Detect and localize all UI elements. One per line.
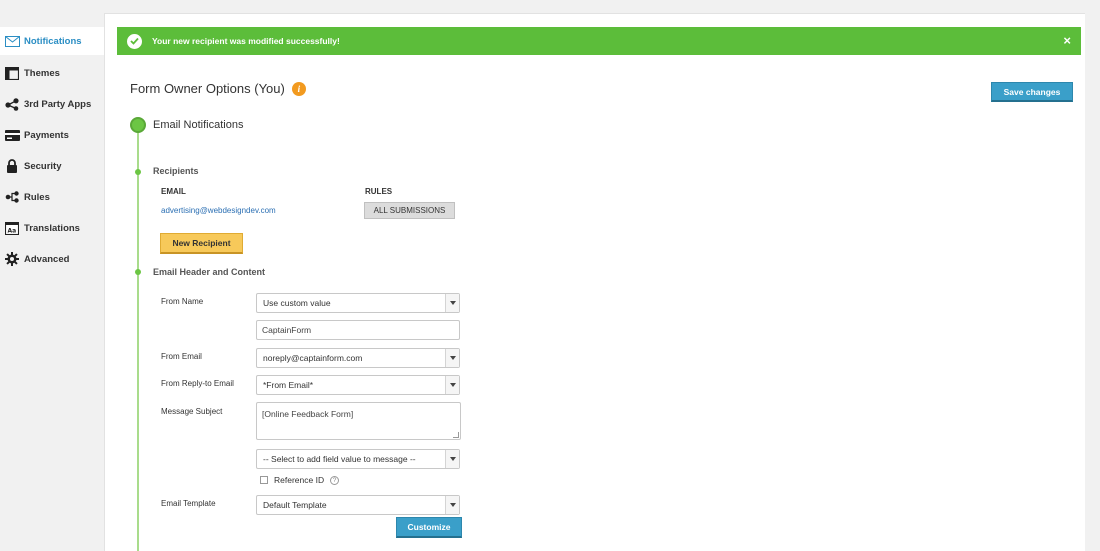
credit-card-icon — [4, 128, 20, 142]
rule-badge[interactable]: ALL SUBMISSIONS — [364, 202, 455, 219]
col-rules: RULES — [365, 187, 393, 196]
from-name-label: From Name — [161, 297, 204, 306]
from-email-label: From Email — [161, 352, 202, 361]
resize-handle[interactable] — [453, 432, 459, 438]
select-value: -- Select to add field value to message … — [263, 454, 416, 464]
timeline-line — [137, 132, 139, 551]
save-button[interactable]: Save changes — [991, 82, 1073, 102]
chevron-down-icon — [445, 376, 459, 394]
info-icon[interactable]: i — [291, 81, 306, 96]
subject-textarea[interactable]: [Online Feedback Form] — [256, 402, 461, 440]
sidebar-item-translations[interactable]: Aa Translations — [0, 214, 104, 242]
recipients-title: Recipients — [153, 166, 199, 176]
sidebar-item-label: Themes — [24, 67, 60, 79]
subject-label: Message Subject — [161, 407, 223, 416]
step-dot — [135, 269, 141, 275]
sidebar-item-security[interactable]: Security — [0, 152, 104, 180]
subject-value: [Online Feedback Form] — [262, 409, 354, 419]
sidebar-item-label: 3rd Party Apps — [24, 98, 92, 110]
chevron-down-icon — [445, 450, 459, 468]
sidebar-item-rules[interactable]: Rules — [0, 183, 104, 211]
alert-message: Your new recipient was modified successf… — [152, 36, 340, 46]
sidebar-item-payments[interactable]: Payments — [0, 121, 104, 149]
reference-id-row: Reference ID ? — [260, 475, 340, 485]
select-value: Default Template — [263, 500, 327, 510]
template-select[interactable]: Default Template — [256, 495, 460, 515]
template-label: Email Template — [161, 499, 216, 508]
main-panel: Your new recipient was modified successf… — [104, 13, 1085, 551]
section-title: Email Notifications — [153, 119, 244, 131]
step-dot — [135, 169, 141, 175]
field-value-select[interactable]: -- Select to add field value to message … — [256, 449, 460, 469]
sidebar: Notifications Themes 3rd Party Apps Paym… — [0, 0, 104, 551]
from-name-select[interactable]: Use custom value — [256, 293, 460, 313]
reply-to-select[interactable]: *From Email* — [256, 375, 460, 395]
reference-id-label: Reference ID — [274, 475, 325, 485]
sidebar-item-label: Security — [24, 160, 62, 172]
page-title: Form Owner Options (You) i — [130, 81, 306, 96]
check-icon — [127, 33, 142, 49]
select-value: noreply@captainform.com — [263, 353, 363, 363]
reference-id-checkbox[interactable] — [260, 476, 268, 484]
lock-icon — [4, 159, 20, 173]
select-value: Use custom value — [263, 298, 331, 308]
from-email-select[interactable]: noreply@captainform.com — [256, 348, 460, 368]
help-icon[interactable]: ? — [330, 475, 340, 485]
translate-icon: Aa — [4, 221, 20, 235]
close-icon[interactable]: × — [1063, 33, 1071, 48]
success-alert: Your new recipient was modified successf… — [117, 27, 1081, 55]
reply-to-label: From Reply-to Email — [161, 379, 234, 388]
gear-icon — [4, 252, 20, 266]
sidebar-item-label: Rules — [24, 191, 50, 203]
sidebar-item-3rd-party-apps[interactable]: 3rd Party Apps — [0, 90, 104, 118]
new-recipient-button[interactable]: New Recipient — [160, 233, 243, 254]
sidebar-item-label: Payments — [24, 129, 69, 141]
content-title: Email Header and Content — [153, 267, 266, 277]
envelope-icon — [4, 34, 20, 48]
svg-text:Aa: Aa — [8, 227, 17, 234]
section-dot — [130, 117, 146, 133]
page-title-text: Form Owner Options (You) — [130, 81, 285, 96]
chevron-down-icon — [445, 496, 459, 514]
rules-icon — [4, 190, 20, 204]
sidebar-item-label: Translations — [24, 222, 80, 234]
customize-button[interactable]: Customize — [396, 517, 462, 538]
col-email: EMAIL — [161, 187, 186, 196]
chevron-down-icon — [445, 294, 459, 312]
select-value: *From Email* — [263, 380, 314, 390]
sidebar-item-label: Notifications — [24, 35, 82, 47]
sidebar-item-advanced[interactable]: Advanced — [0, 245, 104, 273]
layout-icon — [4, 66, 20, 80]
from-name-input[interactable]: CaptainForm — [256, 320, 460, 340]
recipient-email-link[interactable]: advertising@webdesigndev.com — [161, 206, 276, 215]
chevron-down-icon — [445, 349, 459, 367]
sidebar-item-themes[interactable]: Themes — [0, 59, 104, 87]
sidebar-item-label: Advanced — [24, 253, 70, 265]
sidebar-item-notifications[interactable]: Notifications — [0, 27, 104, 55]
share-icon — [4, 97, 20, 111]
